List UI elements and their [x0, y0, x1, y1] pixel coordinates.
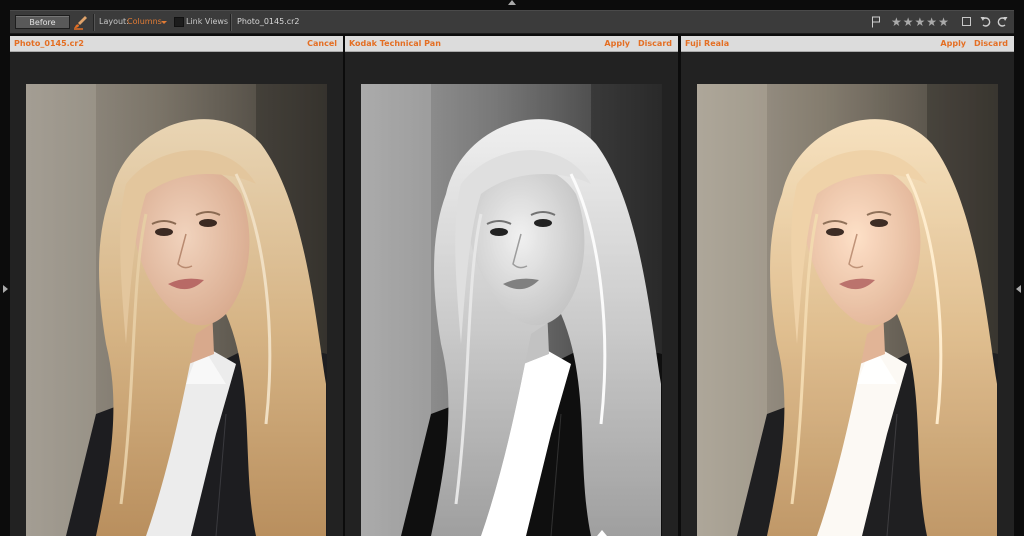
right-panel-toggle-icon[interactable]	[1016, 285, 1021, 293]
panel-title: Fuji Reala	[685, 39, 730, 48]
brush-icon[interactable]	[73, 15, 89, 30]
star-icon[interactable]: ★	[926, 15, 937, 29]
compare-panel: Fuji Reala Apply Discard	[681, 36, 1014, 536]
star-icon[interactable]: ★	[903, 15, 914, 29]
left-panel-toggle-icon[interactable]	[3, 285, 8, 293]
top-panel-toggle-icon[interactable]	[508, 0, 516, 5]
layout-dropdown[interactable]: Columns	[127, 17, 162, 26]
discard-button[interactable]: Discard	[638, 39, 672, 48]
star-icon[interactable]: ★	[915, 15, 926, 29]
link-views-checkbox[interactable]	[174, 17, 184, 27]
toolbar-separator	[230, 14, 232, 31]
redo-icon[interactable]	[996, 15, 1008, 28]
rating-stars[interactable]: ★ ★ ★ ★ ★	[891, 15, 949, 29]
panel-header: Photo_0145.cr2 Cancel	[10, 36, 343, 52]
photo-preview[interactable]	[361, 84, 662, 536]
chevron-down-icon[interactable]	[161, 21, 167, 24]
star-icon[interactable]: ★	[891, 15, 902, 29]
panel-title: Kodak Technical Pan	[349, 39, 441, 48]
compare-panel: Kodak Technical Pan Apply Discard	[345, 36, 678, 536]
apply-button[interactable]: Apply	[604, 39, 630, 48]
undo-icon[interactable]	[980, 15, 992, 28]
layout-label: Layout:	[99, 17, 129, 26]
flag-icon[interactable]	[871, 16, 881, 28]
discard-button[interactable]: Discard	[974, 39, 1008, 48]
panel-header: Kodak Technical Pan Apply Discard	[345, 36, 678, 52]
apply-button[interactable]: Apply	[940, 39, 966, 48]
compare-panel: Photo_0145.cr2 Cancel	[10, 36, 343, 536]
before-button[interactable]: Before	[15, 15, 70, 29]
panel-actions: Cancel	[307, 39, 337, 48]
mouse-cursor-icon	[597, 530, 607, 536]
panel-header: Fuji Reala Apply Discard	[681, 36, 1014, 52]
toolbar: Before Layout: Columns Link Views Photo_…	[10, 10, 1014, 34]
file-name: Photo_0145.cr2	[237, 17, 300, 26]
panel-title: Photo_0145.cr2	[14, 39, 84, 48]
cancel-button[interactable]: Cancel	[307, 39, 337, 48]
panel-actions: Apply Discard	[940, 39, 1008, 48]
panel-actions: Apply Discard	[604, 39, 672, 48]
photo-preview[interactable]	[26, 84, 327, 536]
toolbar-separator	[93, 14, 95, 31]
link-views-label[interactable]: Link Views	[186, 17, 228, 26]
square-icon[interactable]	[962, 17, 971, 26]
star-icon[interactable]: ★	[938, 15, 949, 29]
photo-preview[interactable]	[697, 84, 998, 536]
